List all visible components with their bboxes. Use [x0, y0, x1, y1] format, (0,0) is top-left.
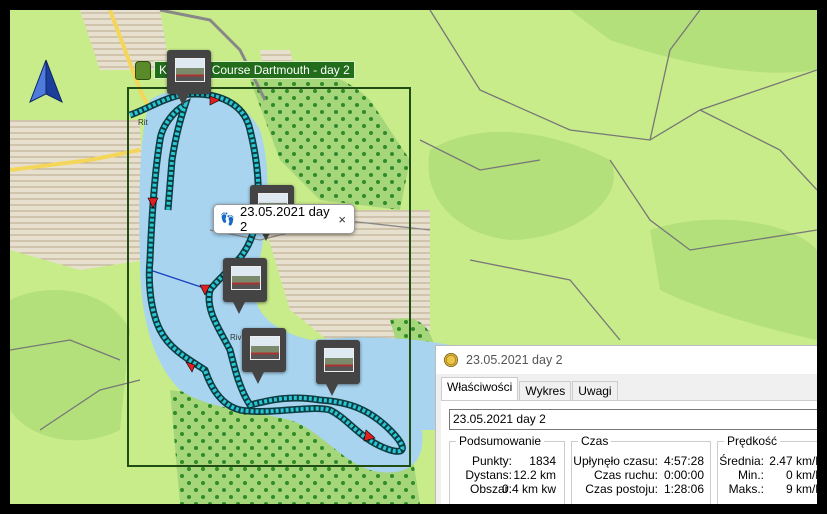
panel-tabs: Właściwości Wykres Uwagi [441, 377, 817, 400]
track-tooltip[interactable]: 👣 23.05.2021 day 2 × [213, 204, 355, 234]
properties-tab-body: Podsumowanie Punkty: 1834 Dystans: 12.2 … [441, 400, 817, 504]
summary-value: 1834 [529, 454, 556, 468]
photo-marker[interactable] [223, 258, 267, 314]
summary-value: 12.2 km [513, 468, 556, 482]
speed-group: Prędkość Średnia: 2.47 km/h Min.: 0 km/h… [717, 434, 817, 504]
summary-row-points: Punkty: 1834 [450, 454, 564, 468]
map-window[interactable]: Rit Riv Kayaking Course Dartmouth - day … [10, 10, 817, 504]
map-place-text: Riv [230, 333, 242, 342]
time-group-title: Czas [578, 434, 612, 448]
summary-label: Punkty: [471, 454, 512, 468]
footprints-icon: 👣 [220, 212, 235, 226]
photo-thumbnail [324, 348, 354, 372]
photo-thumbnail [250, 336, 280, 360]
backpack-icon [135, 60, 151, 80]
summary-group-title: Podsumowanie [456, 434, 545, 448]
speed-row-min: Min.: 0 km/h [718, 468, 817, 482]
photo-thumbnail [231, 266, 261, 290]
speed-label: Maks.: [728, 482, 764, 496]
time-group: Czas Upłynęło czasu: 4:57:28 Czas ruchu:… [571, 434, 711, 504]
time-label: Upłynęło czasu: [573, 454, 658, 468]
photo-marker[interactable] [316, 340, 360, 396]
time-value: 0:00:00 [663, 468, 704, 482]
summary-row-area: Obszar: 0.4 km kw [450, 482, 564, 496]
tooltip-close-icon[interactable]: × [338, 212, 346, 227]
tab-chart[interactable]: Wykres [519, 381, 572, 400]
time-value: 4:57:28 [663, 454, 704, 468]
speed-row-max: Maks.: 9 km/h [718, 482, 817, 496]
tooltip-text: 23.05.2021 day 2 [240, 204, 330, 234]
tab-notes[interactable]: Uwagi [572, 381, 618, 400]
photo-marker[interactable] [167, 50, 211, 106]
speed-row-average: Średnia: 2.47 km/h [718, 454, 817, 468]
north-arrow-icon[interactable] [28, 58, 64, 104]
speed-value: 0 km/h [785, 468, 817, 482]
time-label: Czas postoju: [585, 482, 658, 496]
speed-group-title: Prędkość [724, 434, 781, 448]
summary-row-distance: Dystans: 12.2 km [450, 468, 564, 482]
app-logo-icon [444, 353, 458, 367]
panel-title-bar[interactable]: 23.05.2021 day 2 [436, 346, 817, 374]
time-label: Czas ruchu: [593, 468, 658, 482]
summary-label: Dystans: [465, 468, 512, 482]
speed-label: Min.: [737, 468, 764, 482]
track-name-input[interactable] [449, 409, 817, 430]
map-place-text: Rit [138, 118, 149, 127]
summary-value: 0.4 km kw [501, 482, 556, 496]
speed-value: 9 km/h [785, 482, 817, 496]
time-row-moving: Czas ruchu: 0:00:00 [572, 468, 710, 482]
tab-properties[interactable]: Właściwości [441, 377, 519, 400]
photo-thumbnail [175, 58, 205, 82]
speed-label: Średnia: [719, 454, 764, 468]
photo-marker[interactable] [242, 328, 286, 384]
summary-group: Podsumowanie Punkty: 1834 Dystans: 12.2 … [449, 434, 565, 504]
time-row-elapsed: Upłynęło czasu: 4:57:28 [572, 454, 710, 468]
panel-title: 23.05.2021 day 2 [466, 353, 563, 367]
time-value: 1:28:06 [663, 482, 704, 496]
time-row-stopped: Czas postoju: 1:28:06 [572, 482, 710, 496]
track-properties-panel[interactable]: 23.05.2021 day 2 Właściwości Wykres Uwag… [435, 345, 817, 504]
speed-value: 2.47 km/h [769, 454, 817, 468]
